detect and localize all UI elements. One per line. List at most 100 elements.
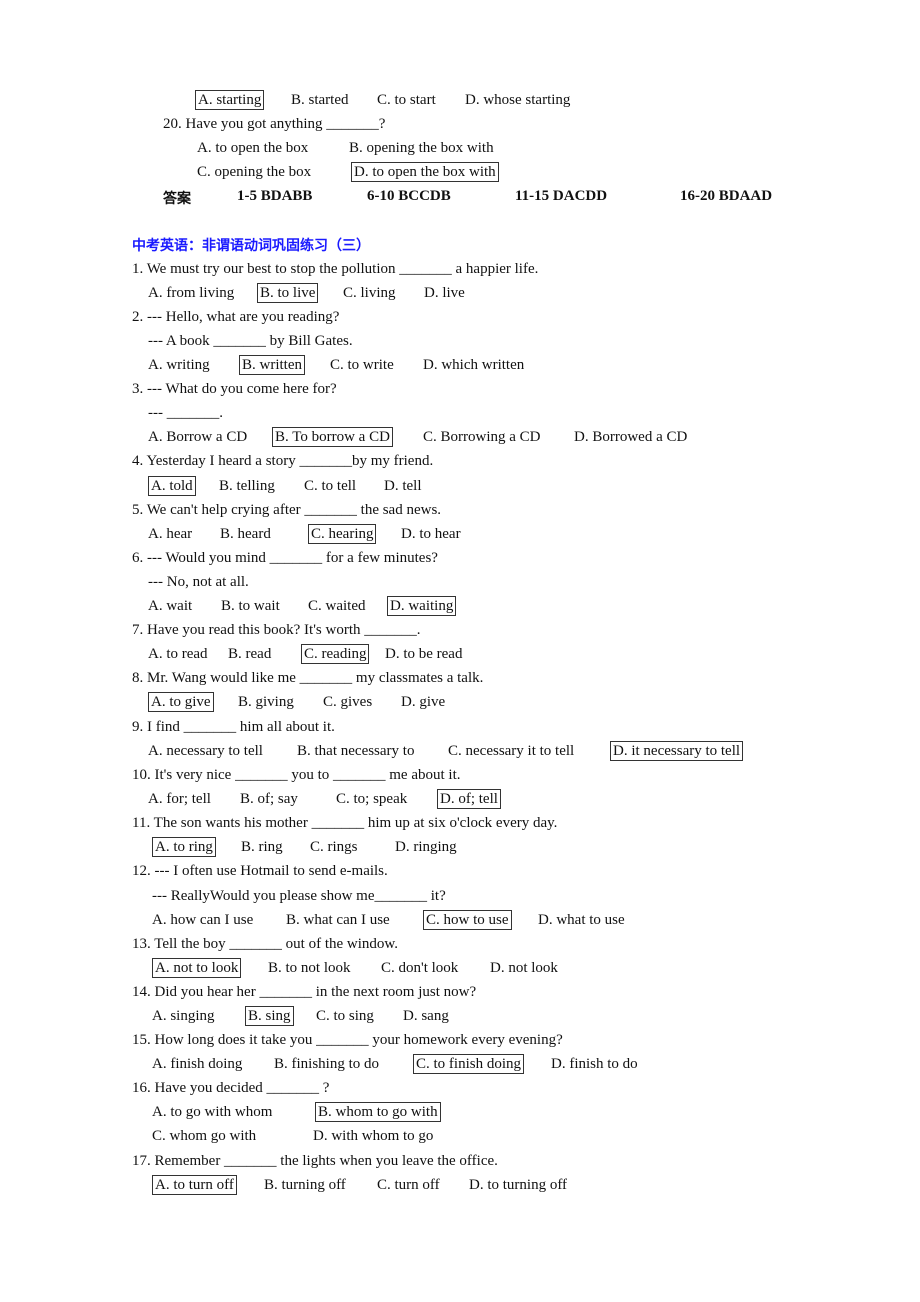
option-c: C. Borrowing a CD [423,429,541,445]
option-a: A. finish doing [152,1056,243,1072]
question-stem: 4. Yesterday I heard a story _______by m… [132,453,434,469]
option-b: B. what can I use [286,912,390,928]
question-stem: 11. The son wants his mother _______ him… [132,815,558,831]
answer-11-15: 11-15 DACDD [515,188,608,204]
section-title: 中考英语：非谓语动词巩固练习（三） [132,238,370,254]
q20-option-a: A. to open the box [197,140,309,156]
option-b: B. finishing to do [274,1056,380,1072]
q19-option-d: D. whose starting [465,92,571,108]
option-d: D. tell [384,478,422,494]
option-a-answer: A. to turn off [152,1175,237,1195]
answer-label: 答案 [163,191,191,207]
option-b-answer: B. written [239,355,305,375]
option-b: B. turning off [264,1177,346,1193]
option-c: C. whom go with [152,1128,257,1144]
answer-6-10: 6-10 BCCDB [367,188,451,204]
question-stem: 12. --- I often use Hotmail to send e-ma… [132,863,388,879]
option-a: A. to read [148,646,208,662]
option-b: B. heard [220,526,271,542]
question-stem: 17. Remember _______ the lights when you… [132,1153,498,1169]
question-stem: 6. --- Would you mind _______ for a few … [132,550,438,566]
option-c: C. to tell [304,478,357,494]
option-c: C. don't look [381,960,459,976]
q19-option-b: B. started [291,92,349,108]
option-c: C. necessary it to tell [448,743,575,759]
answer-16-20: 16-20 BDAAD [680,188,773,204]
option-b-answer: B. sing [245,1006,294,1026]
option-d-answer: D. of; tell [437,789,501,809]
option-a-answer: A. to ring [152,837,216,857]
option-b-answer: B. To borrow a CD [272,427,393,447]
question-stem: 9. I find _______ him all about it. [132,719,335,735]
option-a: A. necessary to tell [148,743,263,759]
question-dialogue-line: --- _______. [148,405,223,421]
option-b: B. that necessary to [297,743,415,759]
question-dialogue-line: --- No, not at all. [148,574,249,590]
option-b: B. giving [238,694,294,710]
answer-1-5: 1-5 BDABB [237,188,313,204]
option-b: B. of; say [240,791,298,807]
option-c: C. to write [330,357,394,373]
option-c: C. to; speak [336,791,408,807]
q19-option-a: A. starting [194,90,265,110]
option-c: C. living [343,285,396,301]
option-a: A. from living [148,285,235,301]
option-d: D. ringing [395,839,457,855]
option-a: A. hear [148,526,193,542]
option-b: B. ring [241,839,283,855]
option-a: A. to go with whom [152,1104,273,1120]
q20-stem: 20. Have you got anything _______? [163,116,386,132]
q19-option-c: C. to start [377,92,436,108]
option-d: D. what to use [538,912,625,928]
option-b: B. to wait [221,598,280,614]
q20-option-c: C. opening the box [197,164,312,180]
option-b-answer: B. whom to go with [315,1102,441,1122]
option-d: D. to be read [385,646,463,662]
option-d: D. finish to do [551,1056,638,1072]
option-d: D. which written [423,357,525,373]
option-d: D. Borrowed a CD [574,429,688,445]
option-b: B. read [228,646,272,662]
option-a: A. for; tell [148,791,211,807]
option-d: D. to turning off [469,1177,568,1193]
option-c-answer: C. how to use [423,910,512,930]
option-c: C. waited [308,598,366,614]
q20-option-d: D. to open the box with [351,162,499,182]
question-stem: 16. Have you decided _______ ? [132,1080,330,1096]
question-stem: 3. --- What do you come here for? [132,381,337,397]
option-a-answer: A. told [148,476,196,496]
option-a-answer: A. to give [148,692,214,712]
option-c-answer: C. hearing [307,524,377,544]
question-stem: 2. --- Hello, what are you reading? [132,309,340,325]
option-d: D. give [401,694,446,710]
option-b: B. telling [219,478,275,494]
option-d: D. with whom to go [313,1128,434,1144]
option-a: A. how can I use [152,912,254,928]
option-d: D. live [424,285,465,301]
option-c: C. to sing [316,1008,374,1024]
option-c: C. turn off [377,1177,440,1193]
q20-option-b: B. opening the box with [349,140,494,156]
question-stem: 1. We must try our best to stop the poll… [132,261,539,277]
option-d: D. not look [490,960,558,976]
option-b: B. to not look [268,960,351,976]
question-stem: 8. Mr. Wang would like me _______ my cla… [132,670,484,686]
question-dialogue-line: --- A book _______ by Bill Gates. [148,333,353,349]
option-c-answer: C. reading [300,644,370,664]
option-a: A. Borrow a CD [148,429,248,445]
option-d-answer: D. waiting [386,596,457,616]
option-c-answer: C. to finish doing [412,1054,525,1074]
option-d-answer: D. it necessary to tell [609,741,744,761]
option-c: C. rings [310,839,358,855]
option-d: D. sang [403,1008,449,1024]
option-c: C. gives [323,694,373,710]
question-stem: 10. It's very nice _______ you to ______… [132,767,461,783]
option-a: A. writing [148,357,210,373]
option-a-answer: A. not to look [151,958,242,978]
question-stem: 15. How long does it take you _______ yo… [132,1032,563,1048]
option-a: A. wait [148,598,193,614]
option-a: A. singing [152,1008,215,1024]
question-stem: 13. Tell the boy _______ out of the wind… [132,936,399,952]
question-dialogue-line: --- ReallyWould you please show me______… [152,888,446,904]
question-stem: 14. Did you hear her _______ in the next… [132,984,477,1000]
